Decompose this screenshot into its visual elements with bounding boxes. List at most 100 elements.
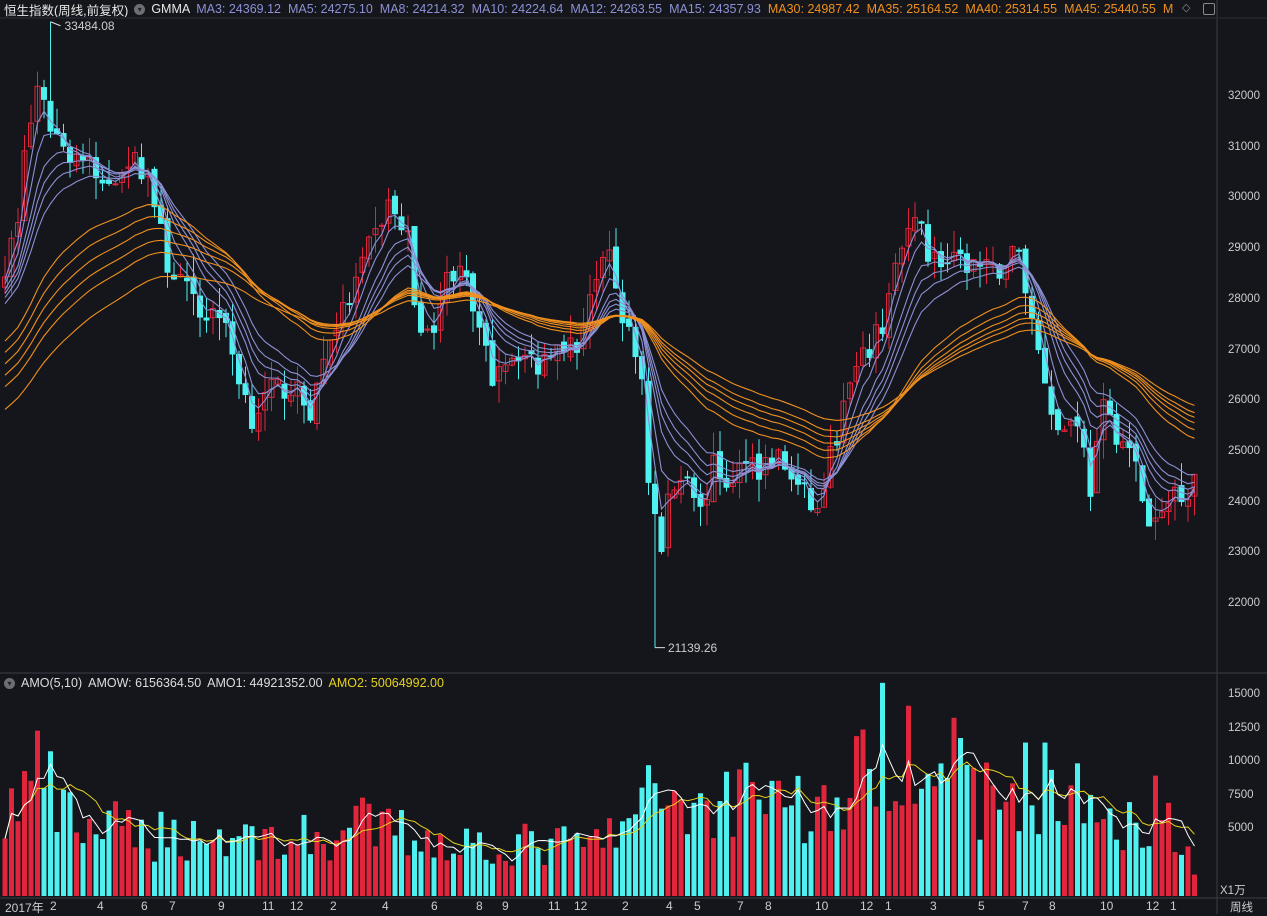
volume-bar <box>184 860 190 896</box>
volume-bar <box>945 777 950 896</box>
ma-line-30 <box>4 204 1195 459</box>
amo2-value: AMO2: 50064992.00 <box>328 676 444 690</box>
candle-down <box>1055 409 1061 431</box>
volume-bar <box>431 857 437 896</box>
volume-bar <box>165 847 170 896</box>
volume-bar <box>93 834 99 896</box>
indicator-dropdown-icon[interactable]: ▾ <box>4 677 15 689</box>
volume-unit: X1万 <box>1220 885 1246 897</box>
volume-bar <box>600 847 606 896</box>
price-chart[interactable] <box>0 0 1267 914</box>
candle-up <box>405 230 411 233</box>
candle-down <box>47 100 54 132</box>
x-tick: 2 <box>330 899 337 913</box>
volume-bar <box>379 811 385 896</box>
candle-down <box>925 224 931 262</box>
volume-bar <box>477 832 482 896</box>
volume-bar <box>483 859 489 896</box>
volume-bar <box>275 858 281 896</box>
candle-down <box>99 179 106 184</box>
volume-bar <box>1003 801 1009 896</box>
volume-bar <box>509 865 515 896</box>
volume-bar <box>1120 850 1126 896</box>
volume-bar <box>815 796 820 896</box>
volume-bar <box>873 806 879 896</box>
volume-bar <box>737 769 742 896</box>
x-tick: 1 <box>1170 899 1177 913</box>
volume-bar <box>503 860 508 896</box>
volume-bar <box>204 843 209 896</box>
volume-bar <box>841 829 846 896</box>
price-tick: 22000 <box>1228 597 1260 609</box>
ma-line-15 <box>4 173 1195 481</box>
ma-line-5 <box>4 133 1195 503</box>
volume-bar <box>100 839 105 896</box>
volume-bar <box>1192 874 1197 896</box>
volume-bar <box>912 803 918 896</box>
volume-bar <box>126 810 131 896</box>
volume-bar <box>899 805 905 896</box>
volume-bar <box>828 831 833 896</box>
volume-bar <box>1068 785 1074 896</box>
volume-bar <box>35 730 40 896</box>
volume-bar <box>15 821 21 896</box>
volume-bar <box>41 787 47 896</box>
amo-header: ▾ AMO(5,10) AMOW: 6156364.50 AMO1: 44921… <box>4 676 444 690</box>
amo-indicator-name[interactable]: AMO(5,10) <box>21 676 82 690</box>
amo1-line <box>4 743 1195 862</box>
volume-bar <box>54 831 60 896</box>
volume-bar <box>1036 834 1041 896</box>
volume-bar <box>9 788 14 896</box>
volume-bar <box>327 860 333 896</box>
x-tick: 6 <box>431 899 438 913</box>
volume-bar <box>997 809 1002 896</box>
volume-bar <box>964 764 970 896</box>
volume-bar <box>1146 846 1152 896</box>
volume-bar <box>321 843 326 896</box>
volume-bar <box>990 785 996 896</box>
volume-bar <box>730 836 736 896</box>
candle-down <box>184 277 190 282</box>
volume-bar <box>971 767 976 896</box>
volume-bar <box>373 846 378 896</box>
volume-bar <box>1081 823 1087 896</box>
volume-bar <box>704 800 710 896</box>
volume-bar <box>613 847 619 896</box>
volume-bar <box>1127 802 1132 896</box>
volume-bar <box>769 780 775 896</box>
volume-bar <box>880 682 885 896</box>
volume-bar <box>457 854 463 896</box>
volume-bar <box>1166 802 1171 896</box>
volume-bar <box>490 863 495 896</box>
volume-bar <box>691 802 697 896</box>
x-tick: 11 <box>548 899 561 913</box>
volume-bar <box>574 833 580 896</box>
volume-bar <box>542 864 547 896</box>
volume-bar <box>782 807 788 896</box>
x-tick: 10 <box>815 899 829 913</box>
x-tick: 4 <box>97 899 104 913</box>
candle-down <box>392 195 398 215</box>
volume-bar <box>74 832 79 896</box>
volume-bar <box>652 783 658 896</box>
candle-down <box>431 325 437 333</box>
volume-bar <box>1185 846 1191 896</box>
volume-bar <box>2 838 8 896</box>
volume-bar <box>80 843 86 896</box>
volume-bar <box>392 835 398 896</box>
x-tick: 12 <box>1146 899 1160 913</box>
volume-bar <box>717 801 723 896</box>
x-tick: 4 <box>666 899 673 913</box>
volume-bar <box>886 810 892 896</box>
x-tick: 12 <box>860 899 874 913</box>
volume-bar <box>529 831 534 896</box>
price-tick: 27000 <box>1228 343 1260 356</box>
volume-bar <box>1029 805 1035 896</box>
x-tick: 3 <box>930 899 937 913</box>
volume-bar <box>867 768 872 896</box>
volume-bar <box>1016 831 1022 896</box>
volume-bar <box>854 736 859 896</box>
volume-bar <box>919 788 924 896</box>
volume-bar <box>834 797 840 896</box>
amow-value: AMOW: 6156364.50 <box>88 676 202 690</box>
